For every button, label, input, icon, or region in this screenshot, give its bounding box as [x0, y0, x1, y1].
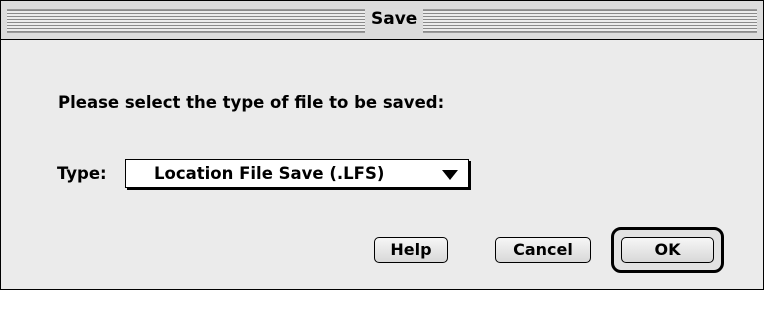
type-label: Type: — [57, 164, 107, 183]
dialog-title: Save — [365, 5, 424, 33]
help-button[interactable]: Help — [374, 237, 448, 263]
file-type-selected-value: Location File Save (.LFS) — [154, 164, 385, 183]
triangle-down-icon — [442, 170, 458, 180]
save-dialog: Save Please select the type of file to b… — [0, 0, 764, 290]
ok-button[interactable]: OK — [621, 237, 714, 263]
dialog-prompt: Please select the type of file to be sav… — [58, 93, 445, 112]
file-type-select[interactable]: Location File Save (.LFS) — [125, 159, 469, 188]
default-button-ring: OK — [611, 227, 724, 273]
cancel-button[interactable]: Cancel — [495, 237, 591, 263]
title-bar[interactable]: Save — [1, 1, 763, 40]
